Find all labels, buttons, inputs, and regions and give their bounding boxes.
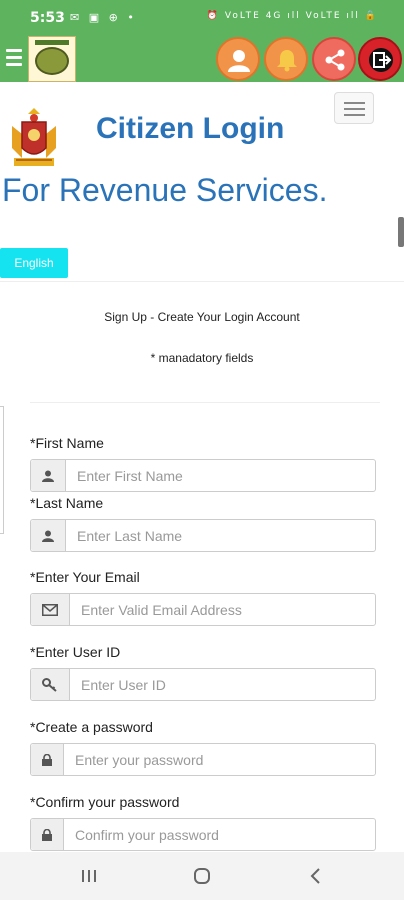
first-name-input[interactable]	[77, 460, 367, 491]
recents-icon	[82, 870, 96, 882]
mandatory-note: * manadatory fields	[150, 351, 254, 365]
last-name-input[interactable]	[77, 520, 367, 551]
notifications-button[interactable]	[264, 37, 308, 81]
lock-icon	[31, 744, 64, 775]
page-header: Citizen Login For Revenue Services. Engl…	[0, 82, 404, 282]
email-input[interactable]	[81, 594, 367, 625]
signup-heading: Sign Up - Create Your Login Account	[104, 310, 300, 324]
status-bar: 5:53 ✉ ▣ ⊕ • ⏰ VoLTE 4G ıll VoLTE ıll 🔒	[0, 0, 404, 36]
page-subtitle: For Revenue Services.	[2, 172, 328, 208]
password-input[interactable]	[75, 744, 367, 775]
status-time: 5:53	[30, 10, 65, 26]
home-button[interactable]	[188, 862, 216, 890]
confirm-password-label: *Confirm your password	[30, 794, 180, 810]
scroll-handle[interactable]	[398, 217, 404, 247]
key-icon	[31, 669, 70, 700]
email-label: *Enter Your Email	[30, 569, 140, 585]
system-nav-bar	[0, 852, 404, 900]
user-id-field	[30, 668, 376, 701]
notification-icons: ✉ ▣ ⊕ •	[70, 11, 137, 24]
password-field	[30, 743, 376, 776]
last-name-label: *Last Name	[30, 495, 104, 511]
side-panel-edge	[0, 406, 4, 534]
home-icon	[194, 868, 210, 884]
first-name-field	[30, 459, 376, 492]
recents-button[interactable]	[75, 862, 103, 890]
confirm-password-field	[30, 818, 376, 851]
page-title: Citizen Login	[96, 112, 285, 145]
logout-button[interactable]	[358, 37, 402, 81]
user-icon	[31, 460, 66, 491]
emblem-icon	[12, 108, 56, 166]
confirm-password-input[interactable]	[75, 819, 367, 850]
app-bar	[0, 36, 404, 82]
language-button[interactable]: English	[0, 248, 68, 278]
profile-button[interactable]	[216, 37, 260, 81]
share-icon	[325, 49, 345, 71]
logout-icon	[369, 48, 393, 72]
bell-icon	[277, 50, 297, 72]
user-id-input[interactable]	[81, 669, 367, 700]
last-name-field	[30, 519, 376, 552]
lock-icon	[31, 819, 64, 850]
user-icon	[228, 50, 250, 72]
password-label: *Create a password	[30, 719, 153, 735]
user-id-label: *Enter User ID	[30, 644, 121, 660]
email-field	[30, 593, 376, 626]
menu-icon[interactable]	[6, 49, 22, 69]
share-button[interactable]	[312, 37, 356, 81]
nav-toggle-button[interactable]	[334, 92, 374, 124]
divider	[30, 402, 380, 403]
back-button[interactable]	[302, 862, 330, 890]
back-icon	[310, 868, 320, 884]
app-logo	[28, 36, 76, 82]
system-status-icons: ⏰ VoLTE 4G ıll VoLTE ıll 🔒	[206, 11, 378, 21]
user-icon	[31, 520, 66, 551]
envelope-icon	[31, 594, 70, 625]
first-name-label: *First Name	[30, 435, 104, 451]
